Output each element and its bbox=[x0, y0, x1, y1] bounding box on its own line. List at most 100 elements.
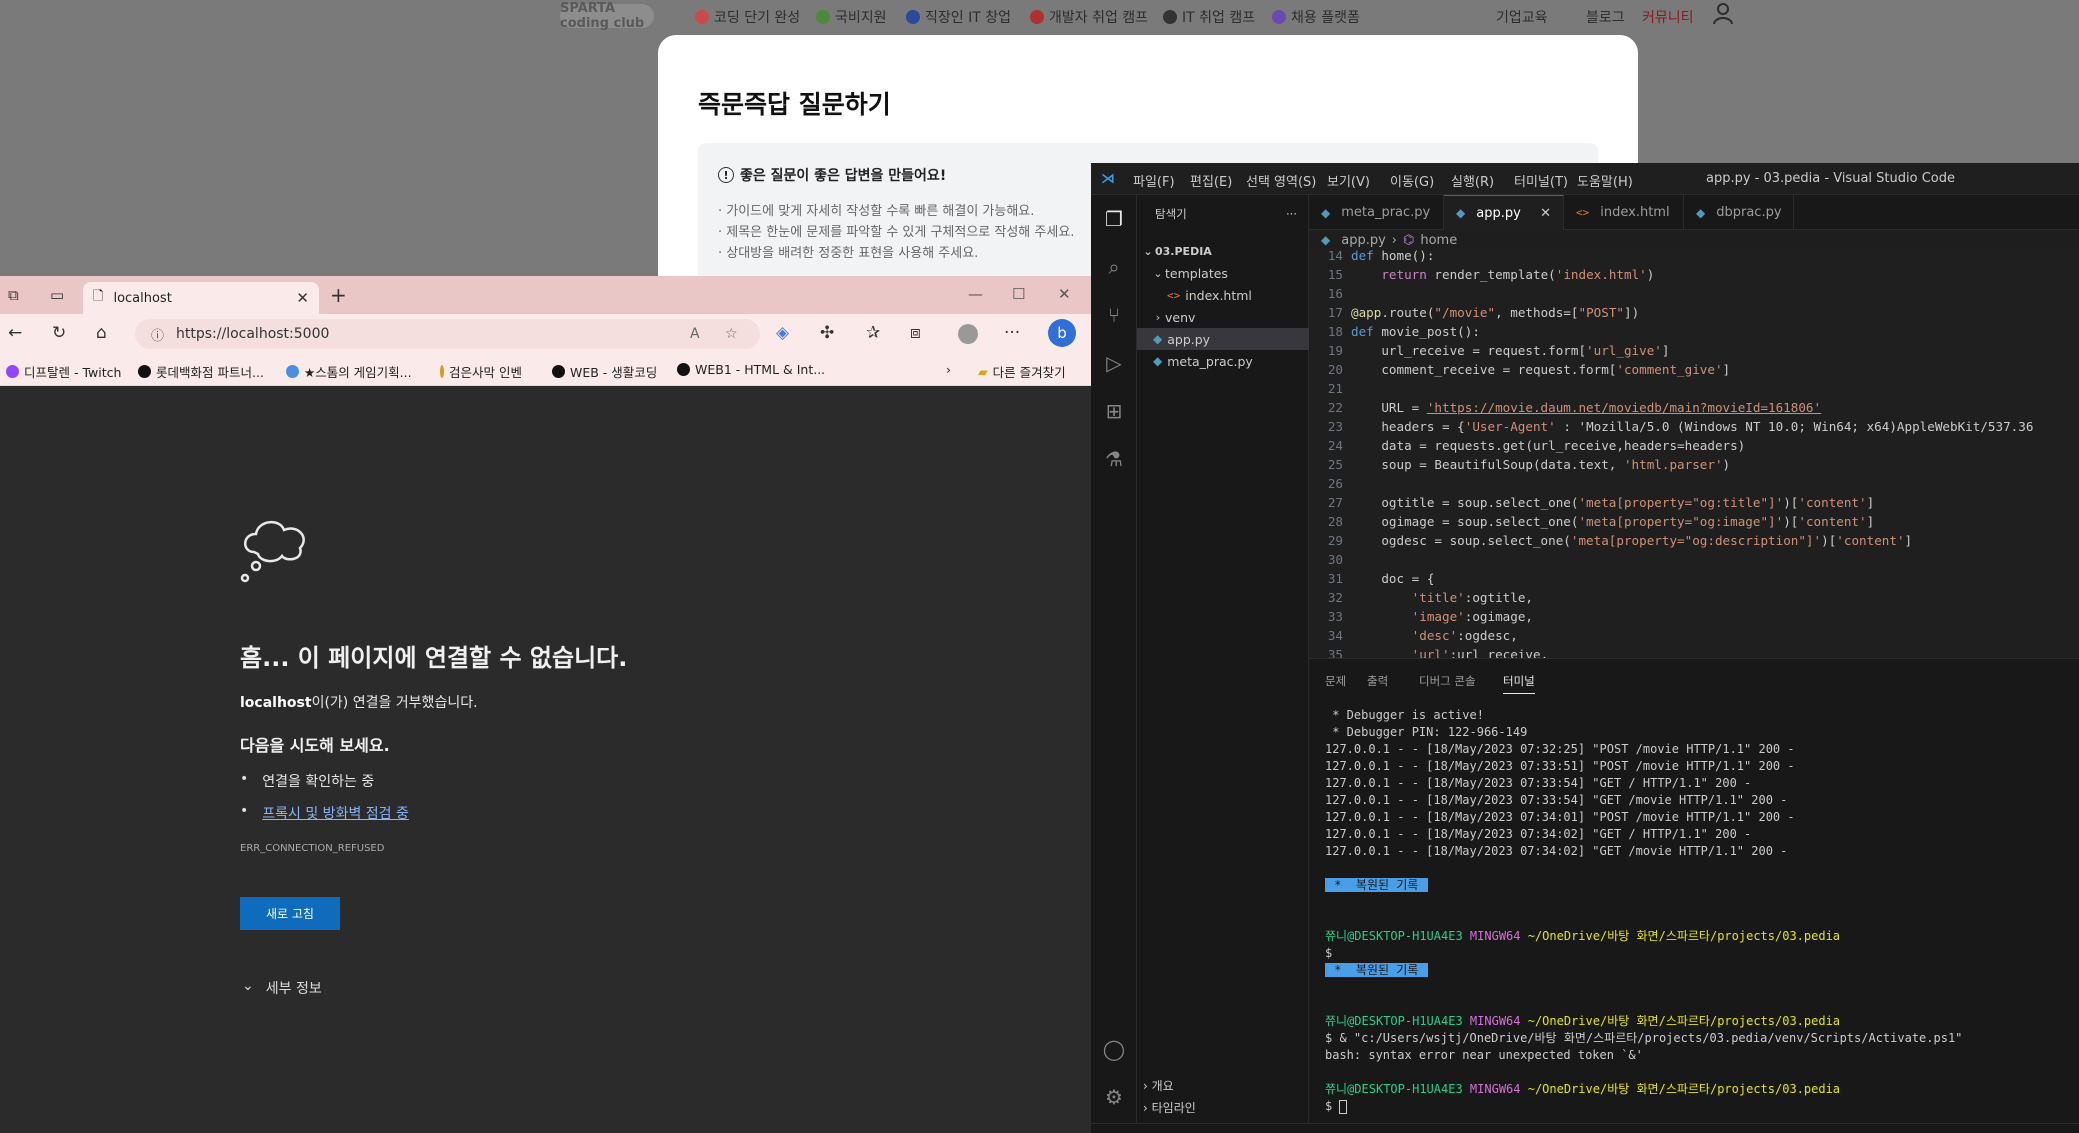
nav-link-community[interactable]: 커뮤니티 bbox=[1642, 7, 1694, 27]
nav-item[interactable]: 채용 플랫폼 bbox=[1272, 7, 1360, 27]
editor-tab-dbprac[interactable]: ◆ dbprac.py bbox=[1684, 195, 1794, 230]
terminal-input-line[interactable]: $ bbox=[1325, 1098, 1348, 1115]
explorer-folder-venv[interactable]: › venv bbox=[1137, 306, 1309, 328]
breadcrumb-file[interactable]: app.py bbox=[1341, 233, 1386, 248]
explorer-icon[interactable]: ❐ bbox=[1102, 207, 1126, 231]
nav-dot-icon bbox=[1030, 10, 1044, 24]
menu-terminal[interactable]: 터미널(T) bbox=[1514, 171, 1568, 190]
panel-tab-debug-console[interactable]: 디버그 콘솔 bbox=[1419, 673, 1476, 689]
favorite-item[interactable]: ★스톰의 게임기획... bbox=[286, 362, 412, 381]
run-debug-icon[interactable]: ▷ bbox=[1102, 351, 1126, 375]
terminal-prompt: 쮸니@DESKTOP-H1UA4E3 MINGW64 ~/OneDrive/바탕… bbox=[1325, 1082, 1841, 1096]
nav-item[interactable]: IT 취업 캠프 bbox=[1163, 7, 1255, 27]
favorite-item[interactable]: 디프탈렌 - Twitch bbox=[6, 362, 121, 381]
favorite-item[interactable]: 검은사막 인벤 bbox=[440, 362, 522, 381]
function-icon: ⌬ bbox=[1403, 232, 1415, 248]
vertical-tabs-icon[interactable]: ▭ bbox=[50, 286, 64, 304]
try-item: • 연결을 확인하는 중 bbox=[240, 771, 375, 790]
code-line: 20 comment_receive = request.form['comme… bbox=[1309, 360, 2079, 379]
explorer-folder-templates[interactable]: ⌄ templates bbox=[1137, 262, 1309, 284]
panel-tab-terminal[interactable]: 터미널 bbox=[1503, 673, 1535, 694]
minimize-icon[interactable]: — bbox=[968, 285, 983, 303]
terminal-prompt: 쮸니@DESKTOP-H1UA4E3 MINGW64 ~/OneDrive/바탕… bbox=[1325, 1014, 1841, 1028]
profile-avatar-icon[interactable] bbox=[958, 324, 978, 344]
line-number: 21 bbox=[1327, 381, 1343, 396]
menu-view[interactable]: 보기(V) bbox=[1327, 171, 1370, 190]
other-favorites[interactable]: ▰ 다른 즐겨찾기 bbox=[978, 362, 1066, 381]
home-icon[interactable]: ⌂ bbox=[96, 323, 107, 343]
code-line: 18 def movie_post(): bbox=[1309, 322, 2079, 341]
extensions-puzzle-icon[interactable]: ✣ bbox=[820, 323, 834, 343]
favorite-item[interactable]: WEB1 - HTML & Int... bbox=[677, 362, 825, 377]
accounts-icon[interactable]: ◯ bbox=[1102, 1037, 1126, 1061]
chevron-right-icon: › bbox=[1143, 1101, 1152, 1115]
timeline-section[interactable]: › 타임라인 bbox=[1143, 1099, 1196, 1116]
search-icon[interactable]: ⌕ bbox=[1102, 255, 1126, 279]
sparta-logo[interactable]: SPARTA coding club bbox=[560, 1, 654, 31]
favorite-star-icon[interactable]: ☆ bbox=[725, 326, 738, 342]
nav-item[interactable]: 개발자 취업 캠프 bbox=[1030, 7, 1148, 27]
refresh-icon[interactable]: ↻ bbox=[52, 323, 66, 343]
user-icon[interactable] bbox=[1713, 2, 1733, 31]
breadcrumb-symbol[interactable]: home bbox=[1420, 233, 1457, 248]
favorite-item[interactable]: 롯데백화점 파트너... bbox=[138, 362, 264, 381]
testing-icon[interactable]: ⚗ bbox=[1102, 447, 1126, 471]
menu-run[interactable]: 실행(R) bbox=[1451, 171, 1494, 190]
maximize-icon[interactable]: ☐ bbox=[1012, 285, 1025, 303]
explorer-file-index-html[interactable]: <> index.html bbox=[1137, 284, 1309, 306]
code-line: 16 bbox=[1309, 284, 2079, 303]
favorites-icon[interactable]: ✰ bbox=[866, 323, 880, 343]
editor-tab-app-py[interactable]: ◆ app.py ✕ bbox=[1444, 195, 1564, 230]
menu-file[interactable]: 파일(F) bbox=[1133, 171, 1175, 190]
nav-item[interactable]: 코딩 단기 완성 bbox=[695, 7, 800, 27]
close-tab-icon[interactable]: ✕ bbox=[1540, 206, 1551, 221]
nav-link-blog[interactable]: 블로그 bbox=[1586, 7, 1625, 27]
code-line: 25 soup = BeautifulSoup(data.text, 'html… bbox=[1309, 455, 2079, 474]
close-window-icon[interactable]: ✕ bbox=[1058, 285, 1071, 303]
reload-button[interactable]: 새로 고침 bbox=[240, 897, 340, 930]
address-bar[interactable]: ⓘ https://localhost:5000 A ☆ bbox=[135, 319, 760, 349]
code-editor[interactable]: 14 def home(): 15 return render_template('… bbox=[1309, 250, 2079, 658]
editor-tab-meta-prac[interactable]: ◆ meta_prac.py bbox=[1309, 195, 1444, 230]
new-tab-icon[interactable]: + bbox=[330, 283, 347, 307]
bing-icon[interactable]: b bbox=[1048, 319, 1076, 347]
nav-link-enterprise[interactable]: 기업교육 bbox=[1496, 7, 1548, 27]
terminal-prompt: 쮸니@DESKTOP-H1UA4E3 MINGW64 ~/OneDrive/바탕… bbox=[1325, 929, 1841, 943]
menu-edit[interactable]: 편집(E) bbox=[1190, 171, 1232, 190]
code-text: url_receive = request.form['url_give'] bbox=[1351, 343, 1670, 358]
explorer-root-folder[interactable]: ⌄ 03.PEDIA bbox=[1137, 240, 1309, 262]
outline-section[interactable]: › 개요 bbox=[1143, 1077, 1174, 1094]
more-menu-icon[interactable]: ··· bbox=[1004, 323, 1020, 343]
panel-tab-problems[interactable]: 문제 bbox=[1325, 673, 1346, 689]
extension-icon[interactable]: ◈ bbox=[776, 323, 789, 343]
explorer-file-app-py[interactable]: ◆ app.py bbox=[1137, 328, 1309, 350]
info-icon[interactable]: ⓘ bbox=[151, 325, 164, 344]
browser-tab-localhost[interactable]: 🗋 localhost ✕ bbox=[83, 282, 319, 314]
workspaces-icon[interactable]: ⧉ bbox=[8, 286, 19, 304]
code-line: 29 ogdesc = soup.select_one('meta[proper… bbox=[1309, 531, 2079, 550]
try-item-link[interactable]: • 프록시 및 방화벽 점검 중 bbox=[240, 803, 409, 823]
nav-dot-icon bbox=[1272, 10, 1286, 24]
menu-help[interactable]: 도움말(H) bbox=[1577, 171, 1633, 190]
panel-tab-output[interactable]: 출력 bbox=[1367, 673, 1388, 689]
python-file-icon: ◆ bbox=[1153, 354, 1163, 368]
menu-selection[interactable]: 선택 영역(S) bbox=[1246, 171, 1316, 190]
editor-tab-index-html[interactable]: <> index.html bbox=[1564, 195, 1684, 230]
back-icon[interactable]: ← bbox=[8, 323, 22, 343]
read-aloud-icon[interactable]: A bbox=[690, 326, 700, 342]
more-actions-icon[interactable]: ··· bbox=[1286, 207, 1297, 221]
nav-item[interactable]: 직장인 IT 창업 bbox=[906, 7, 1011, 27]
settings-gear-icon[interactable]: ⚙ bbox=[1102, 1085, 1126, 1109]
nav-item[interactable]: 국비지원 bbox=[816, 7, 887, 27]
extensions-icon[interactable]: ⊞ bbox=[1102, 399, 1126, 423]
collections-icon[interactable]: ⧈ bbox=[910, 323, 921, 343]
edge-browser-window: ⧉ ▭ 🗋 localhost ✕ + — ☐ ✕ ← ↻ ⌂ ⓘ https:… bbox=[0, 276, 1092, 1133]
explorer-file-meta-prac[interactable]: ◆ meta_prac.py bbox=[1137, 350, 1309, 372]
line-number: 17 bbox=[1327, 305, 1343, 320]
chevron-right-icon[interactable]: › bbox=[946, 362, 951, 377]
close-tab-icon[interactable]: ✕ bbox=[296, 289, 309, 307]
source-control-icon[interactable]: ⑂ bbox=[1102, 303, 1126, 327]
menu-go[interactable]: 이동(G) bbox=[1390, 171, 1434, 190]
details-toggle[interactable]: ⌄ 세부 정보 bbox=[242, 978, 322, 998]
favorite-item[interactable]: WEB - 생활코딩 bbox=[552, 362, 657, 381]
